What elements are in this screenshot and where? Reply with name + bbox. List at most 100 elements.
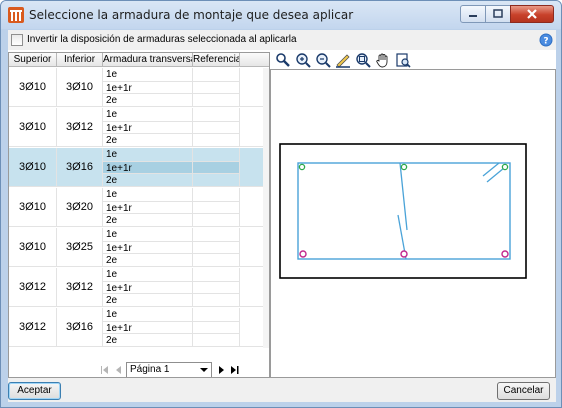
transversal-option[interactable]: 1e+1r: [103, 121, 192, 134]
transversal-cell: 1e 1e+1r 2e: [103, 148, 193, 187]
maximize-icon: [493, 9, 503, 18]
transversal-cell: 1e 1e+1r 2e: [103, 228, 193, 267]
minimize-button[interactable]: [460, 5, 486, 23]
transversal-option[interactable]: 1e+1r: [103, 321, 192, 334]
referencia-sub-cell: [193, 121, 239, 134]
zoom-extents-icon[interactable]: [355, 52, 371, 68]
transversal-option[interactable]: 1e: [103, 148, 192, 161]
transversal-option[interactable]: 2e: [103, 94, 192, 107]
transversal-option[interactable]: 1e: [103, 68, 192, 81]
zoom-window-icon[interactable]: [275, 52, 291, 68]
page-select-value: Página 1: [130, 364, 170, 375]
transversal-option[interactable]: 2e: [103, 294, 192, 307]
referencia-sub-cell: [193, 174, 239, 187]
invert-checkbox[interactable]: [11, 34, 23, 46]
transversal-option[interactable]: 2e: [103, 134, 192, 147]
inferior-cell: 3Ø12: [57, 268, 103, 307]
top-bar-middle: [400, 163, 408, 171]
referencia-sub-cell: [193, 308, 239, 321]
transversal-cell: 1e 1e+1r 2e: [103, 268, 193, 307]
referencia-sub-cell: [193, 228, 239, 241]
referencia-sub-cell: [193, 94, 239, 107]
transversal-option[interactable]: 1e: [103, 308, 192, 321]
referencia-cell: [193, 268, 240, 307]
table-scrollbar[interactable]: [263, 68, 269, 348]
column-header-inferior[interactable]: Inferior: [57, 53, 103, 67]
transversal-option[interactable]: 1e+1r: [103, 161, 192, 174]
options-bar: Invertir la disposición de armaduras sel…: [8, 30, 556, 50]
dialog-content: Invertir la disposición de armaduras sel…: [8, 30, 556, 402]
referencia-sub-cell: [193, 281, 239, 294]
table-row[interactable]: 3Ø10 3Ø16 1e 1e+1r 2e: [9, 148, 269, 187]
beam-section-drawing: [279, 143, 527, 279]
column-header-transversal[interactable]: Armadura transversal: [103, 53, 193, 67]
first-page-icon[interactable]: [99, 364, 110, 376]
pencil-icon[interactable]: [335, 52, 351, 68]
page-select[interactable]: Página 1: [126, 362, 212, 377]
print-preview-icon[interactable]: [395, 52, 411, 68]
close-icon: [527, 9, 537, 19]
column-header-superior[interactable]: Superior: [9, 53, 57, 67]
last-page-icon[interactable]: [229, 364, 240, 376]
app-icon: [8, 7, 24, 23]
referencia-cell: [193, 308, 240, 347]
transversal-option[interactable]: 2e: [103, 334, 192, 347]
title-bar[interactable]: Seleccione la armadura de montaje que de…: [1, 1, 561, 29]
transversal-option[interactable]: 1e: [103, 268, 192, 281]
stirrup-link-upper: [399, 162, 408, 231]
transversal-cell: 1e 1e+1r 2e: [103, 308, 193, 347]
table-header: Superior Inferior Armadura transversal R…: [9, 53, 269, 67]
referencia-sub-cell: [193, 241, 239, 254]
table-row[interactable]: 3Ø12 3Ø16 1e 1e+1r 2e: [9, 308, 269, 347]
invert-checkbox-label[interactable]: Invertir la disposición de armaduras sel…: [27, 34, 297, 45]
previous-page-icon[interactable]: [113, 364, 124, 376]
dialog-buttons-bar: Aceptar Cancelar: [8, 378, 556, 402]
section-preview-viewer[interactable]: [270, 69, 556, 378]
referencia-sub-cell: [193, 81, 239, 94]
referencia-sub-cell: [193, 268, 239, 281]
zoom-in-icon[interactable]: [295, 52, 311, 68]
transversal-option[interactable]: 1e: [103, 188, 192, 201]
table-row[interactable]: 3Ø10 3Ø10 1e 1e+1r 2e: [9, 68, 269, 107]
maximize-button[interactable]: [485, 5, 511, 23]
close-button[interactable]: [510, 5, 554, 23]
table-row[interactable]: 3Ø10 3Ø12 1e 1e+1r 2e: [9, 108, 269, 147]
transversal-option[interactable]: 1e: [103, 108, 192, 121]
referencia-sub-cell: [193, 161, 239, 174]
table-row[interactable]: 3Ø10 3Ø20 1e 1e+1r 2e: [9, 188, 269, 227]
next-page-icon[interactable]: [216, 364, 227, 376]
referencia-sub-cell: [193, 294, 239, 307]
help-icon[interactable]: ?: [539, 33, 553, 47]
zoom-out-icon[interactable]: [315, 52, 331, 68]
armature-table: Superior Inferior Armadura transversal R…: [8, 52, 270, 378]
transversal-option[interactable]: 1e+1r: [103, 241, 192, 254]
referencia-sub-cell: [193, 68, 239, 81]
inferior-cell: 3Ø25: [57, 228, 103, 267]
column-header-referencia[interactable]: Referencia: [193, 53, 240, 67]
viewer-toolbar: [275, 51, 556, 69]
inferior-cell: 3Ø10: [57, 68, 103, 107]
top-bar-right: [501, 163, 509, 171]
transversal-option[interactable]: 2e: [103, 254, 192, 267]
top-bar-left: [298, 163, 306, 171]
transversal-cell: 1e 1e+1r 2e: [103, 68, 193, 107]
transversal-option[interactable]: 2e: [103, 214, 192, 227]
referencia-cell: [193, 148, 240, 187]
referencia-cell: [193, 68, 240, 107]
referencia-sub-cell: [193, 321, 239, 334]
table-row[interactable]: 3Ø12 3Ø12 1e 1e+1r 2e: [9, 268, 269, 307]
pan-hand-icon[interactable]: [375, 52, 391, 68]
superior-cell: 3Ø10: [9, 188, 57, 227]
transversal-option[interactable]: 1e+1r: [103, 281, 192, 294]
table-row[interactable]: 3Ø10 3Ø25 1e 1e+1r 2e: [9, 228, 269, 267]
cancel-button[interactable]: Cancelar: [497, 382, 550, 400]
transversal-option[interactable]: 2e: [103, 174, 192, 187]
transversal-option[interactable]: 1e+1r: [103, 81, 192, 94]
transversal-option[interactable]: 1e: [103, 228, 192, 241]
referencia-sub-cell: [193, 108, 239, 121]
bottom-bar-right: [501, 250, 509, 258]
accept-button[interactable]: Aceptar: [8, 382, 61, 400]
superior-cell: 3Ø10: [9, 108, 57, 147]
transversal-option[interactable]: 1e+1r: [103, 201, 192, 214]
superior-cell: 3Ø10: [9, 148, 57, 187]
